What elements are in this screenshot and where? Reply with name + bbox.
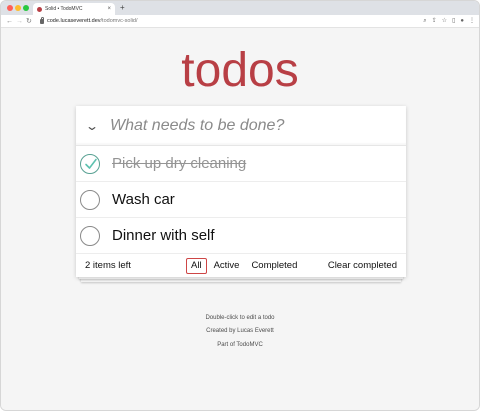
forward-arrow-icon[interactable]: → [16,16,23,27]
minimize-window-button[interactable] [15,5,21,11]
todo-footer: 2 items left All Active Completed Clear co… [76,254,406,277]
maximize-window-button[interactable] [23,5,29,11]
favicon-icon [37,6,42,12]
app-title: todos [181,44,299,97]
tab-strip: Solid • TodoMVC × + [1,1,479,15]
browser-tab[interactable]: Solid • TodoMVC × [33,3,115,15]
tab-title: Solid • TodoMVC [45,6,83,12]
new-tab-button[interactable]: + [120,3,125,13]
toolbar-icons: ⌕ ⇪ ☆ ▯ ● ⋮ [418,15,475,28]
todo-header: ⌄ [76,106,406,146]
todo-checkbox-checked[interactable] [80,154,100,174]
todo-item[interactable]: Pick up dry cleaning [76,146,406,182]
share-icon[interactable]: ⇪ [432,18,437,24]
items-left-count: 2 items left [85,260,131,271]
filter-list: All Active Completed [186,258,304,274]
info-edit-hint: Double-click to edit a todo [205,315,275,321]
todo-label[interactable]: Wash car [112,182,175,218]
info-part-of[interactable]: Part of TodoMVC [1,342,479,348]
chevron-down-icon[interactable]: ⌄ [78,116,106,136]
url-path: /todomvc-solid/ [100,18,138,24]
todo-item[interactable]: Dinner with self [76,218,406,254]
filter-completed[interactable]: Completed [246,258,302,274]
checkmark-icon [85,158,97,169]
filter-active[interactable]: Active [209,258,245,274]
page-content: todos ⌄ Pick up dry cleaning Wash car [1,29,479,410]
browser-toolbar: ← → ↻ code.lucaseverett.dev/todomvc-soli… [1,15,479,28]
address-bar[interactable]: code.lucaseverett.dev/todomvc-solid/ [47,15,138,28]
star-icon[interactable]: ☆ [442,18,447,24]
profile-icon[interactable]: ● [460,18,464,24]
todo-checkbox[interactable] [80,190,100,210]
tab-close-icon[interactable]: × [107,3,111,15]
search-icon[interactable]: ⌕ [423,18,426,24]
todo-label[interactable]: Dinner with self [112,218,215,254]
sidebar-icon[interactable]: ▯ [452,18,455,24]
browser-window: Solid • TodoMVC × + ← → ↻ code.lucasever… [0,0,480,411]
url-host: code.lucaseverett.dev [47,18,101,24]
lock-icon[interactable] [40,17,44,24]
new-todo-input[interactable] [110,115,390,137]
todo-item[interactable]: Wash car [76,182,406,218]
todo-label[interactable]: Pick up dry cleaning [112,146,246,182]
todo-app: ⌄ Pick up dry cleaning Wash car Dinner w… [76,106,406,277]
back-arrow-icon[interactable]: ← [6,16,13,27]
clear-completed-button[interactable]: Clear completed [328,254,397,277]
filter-all[interactable]: All [186,258,207,274]
close-window-button[interactable] [7,5,13,11]
reload-icon[interactable]: ↻ [26,16,32,27]
info-credits[interactable]: Created by Lucas Everett [1,328,479,334]
menu-icon[interactable]: ⋮ [469,18,475,24]
todo-checkbox[interactable] [80,226,100,246]
